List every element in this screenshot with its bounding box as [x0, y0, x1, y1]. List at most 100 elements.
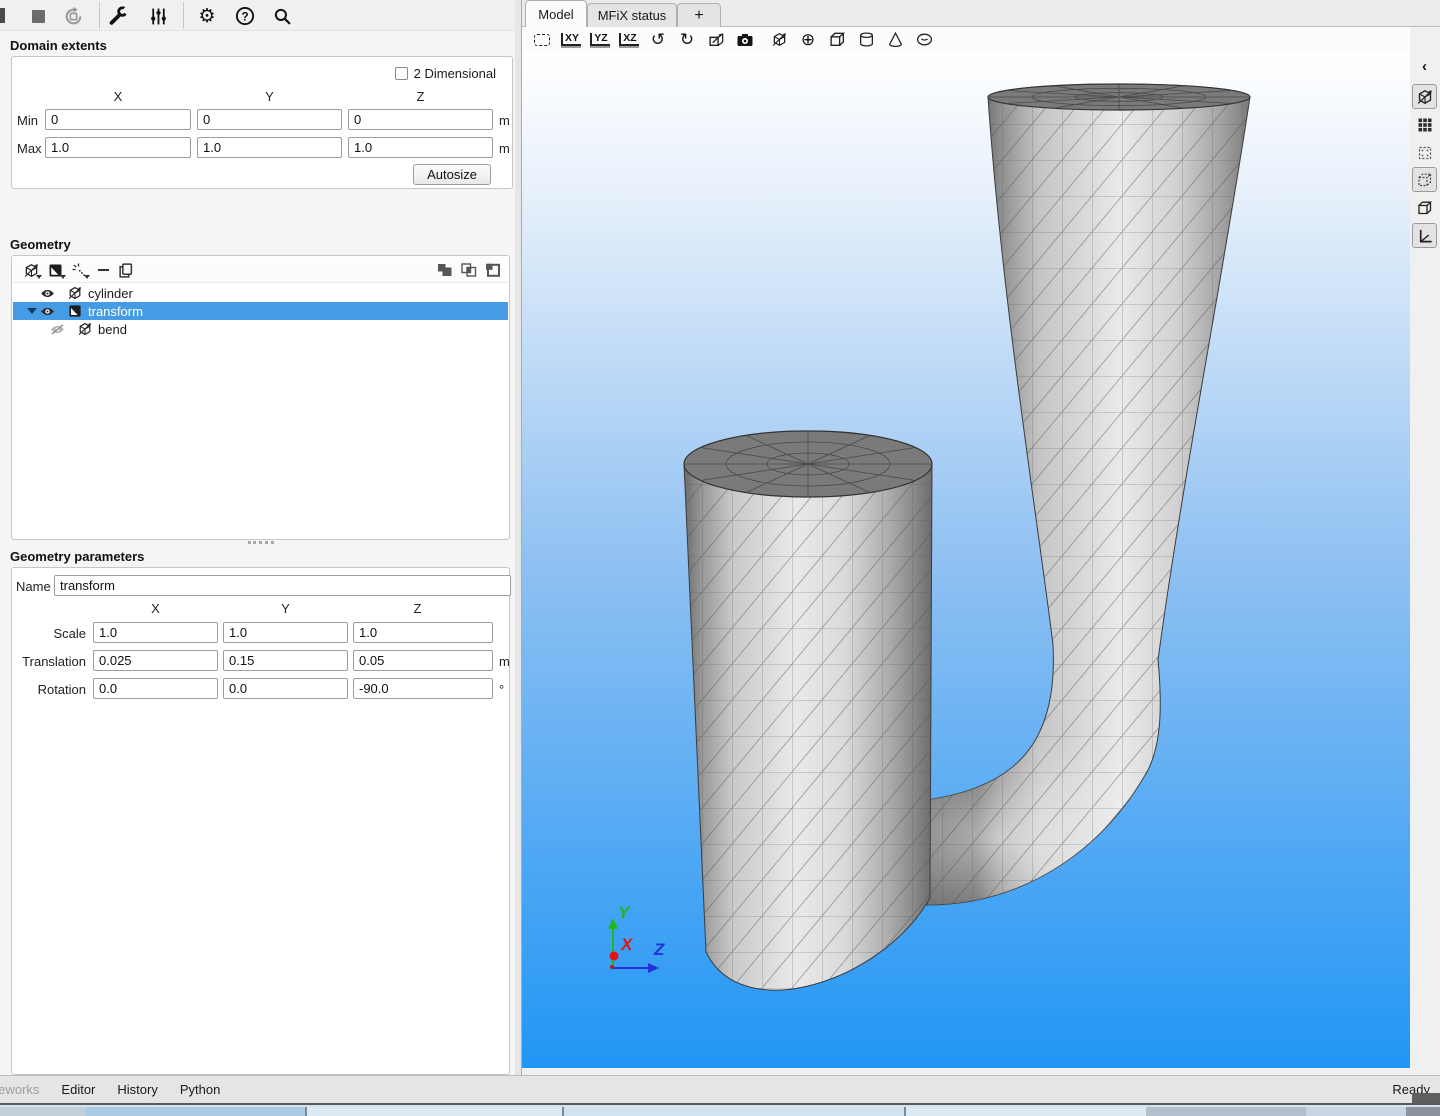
translation-z-input[interactable]	[353, 650, 493, 671]
geometry-parameters-box: Name X Y Z Scale Translation m Rotation …	[11, 567, 510, 1075]
remove-geometry-button[interactable]	[92, 260, 114, 280]
rotation-y-input[interactable]	[223, 678, 348, 699]
rotate-cw-icon: ↻	[680, 31, 694, 48]
reset-button[interactable]	[60, 3, 86, 29]
difference-button[interactable]	[482, 260, 504, 280]
settings-button[interactable]: ⚙	[194, 3, 220, 29]
scale-x-input[interactable]	[93, 622, 218, 643]
add-geometry-button[interactable]	[20, 260, 42, 280]
add-cube-button[interactable]	[827, 30, 847, 50]
tab-python[interactable]: Python	[169, 1082, 231, 1097]
scale-z-input[interactable]	[353, 622, 493, 643]
toggle-axes-button[interactable]	[1412, 223, 1437, 248]
filter-icon	[67, 304, 82, 318]
xmax-input[interactable]	[45, 137, 191, 158]
view-yz-button[interactable]: YZ	[590, 30, 610, 50]
tab-history[interactable]: History	[106, 1082, 168, 1097]
visibility-eye-icon[interactable]	[39, 288, 55, 299]
tab-nodeworks[interactable]: deworks	[0, 1082, 50, 1097]
geometry-visibility-button[interactable]	[769, 30, 789, 50]
view-xy-button[interactable]: XY	[561, 30, 581, 50]
domain-col-z: Z	[348, 89, 493, 104]
zmax-input[interactable]	[348, 137, 493, 158]
z-axis-label: Z	[653, 940, 665, 959]
reset-view-button[interactable]	[532, 30, 552, 50]
copy-geometry-button[interactable]	[114, 260, 136, 280]
min-unit: m	[499, 113, 510, 128]
search-button[interactable]	[269, 3, 295, 29]
geometry-icon	[1417, 89, 1433, 105]
wrench-icon	[108, 6, 128, 26]
parameters-button[interactable]	[145, 3, 171, 29]
main-toolbar: ⚙	[0, 0, 515, 31]
translation-y-input[interactable]	[223, 650, 348, 671]
toolbar-separator	[183, 2, 184, 29]
add-cone-button[interactable]	[885, 30, 905, 50]
scale-y-input[interactable]	[223, 622, 348, 643]
resize-grip[interactable]	[1412, 1093, 1440, 1103]
rotate-ccw-button[interactable]: ↺	[648, 30, 668, 50]
domain-col-y: Y	[197, 89, 342, 104]
translation-x-input[interactable]	[93, 650, 218, 671]
panel-splitter[interactable]	[515, 0, 522, 1075]
stop-button[interactable]	[25, 3, 51, 29]
screenshot-button[interactable]	[735, 30, 755, 50]
min-row-label: Min	[17, 113, 38, 128]
tree-item-bend[interactable]: bend	[13, 320, 508, 338]
viewport-background	[522, 52, 1410, 1068]
toggle-wireframe-button[interactable]	[1412, 195, 1437, 220]
perspective-button[interactable]	[706, 30, 726, 50]
union-button[interactable]	[434, 260, 456, 280]
zmin-input[interactable]	[348, 109, 493, 130]
tab-editor[interactable]: Editor	[50, 1082, 106, 1097]
intersect-icon	[461, 263, 477, 277]
domain-extents-box: 2 Dimensional X Y Z Min m Max m Autosize	[11, 56, 513, 189]
autosize-button[interactable]: Autosize	[413, 164, 491, 185]
cylinder-mesh	[684, 431, 932, 990]
view-xz-button[interactable]: XZ	[619, 30, 639, 50]
ymax-input[interactable]	[197, 137, 342, 158]
tab-add[interactable]: +	[677, 3, 721, 27]
rotation-x-input[interactable]	[93, 678, 218, 699]
toggle-normals-button[interactable]	[1412, 167, 1437, 192]
two-dimensional-label: 2 Dimensional	[414, 66, 496, 81]
add-filter-button[interactable]	[44, 260, 66, 280]
wizard-button[interactable]	[68, 260, 90, 280]
visibility-eye-off-icon[interactable]	[49, 324, 65, 335]
build-mesh-button[interactable]	[105, 3, 131, 29]
background-fragment	[307, 1107, 562, 1116]
collapse-panel-button[interactable]: ‹	[1412, 54, 1437, 79]
dropdown-caret-icon	[60, 275, 66, 279]
camera-icon	[736, 33, 754, 47]
add-torus-button[interactable]	[914, 30, 934, 50]
toggle-regions-button[interactable]	[1412, 140, 1437, 165]
tab-model[interactable]: Model	[525, 0, 587, 27]
left-panel: ⚙ Domain extents 2 Dimensional X Y Z Min…	[0, 0, 515, 1075]
plus-icon: +	[694, 7, 703, 25]
toggle-mesh-button[interactable]	[1412, 112, 1437, 137]
two-dimensional-checkbox[interactable]	[395, 67, 408, 80]
axes-icon	[1416, 227, 1433, 244]
toggle-geometry-button[interactable]	[1412, 84, 1437, 109]
rotate-cw-button[interactable]: ↻	[677, 30, 697, 50]
render-canvas[interactable]: Y Z X	[522, 52, 1410, 1068]
help-button[interactable]	[232, 3, 258, 29]
expander-triangle-icon[interactable]	[27, 308, 37, 314]
right-toolbar: ‹	[1410, 27, 1440, 1068]
regions-button[interactable]: ⊕	[798, 30, 818, 50]
two-dimensional-checkbox-row[interactable]: 2 Dimensional	[395, 66, 496, 81]
tree-item-label: bend	[98, 322, 127, 337]
tab-mfix-status[interactable]: MFiX status	[587, 3, 677, 27]
add-cylinder-button[interactable]	[856, 30, 876, 50]
xmin-input[interactable]	[45, 109, 191, 130]
tree-item-transform[interactable]: transform	[13, 302, 508, 320]
name-input[interactable]	[54, 575, 511, 596]
intersect-button[interactable]	[458, 260, 480, 280]
visibility-eye-icon[interactable]	[39, 306, 55, 317]
pause-icon[interactable]	[0, 8, 5, 23]
minus-icon	[98, 269, 109, 271]
ymin-input[interactable]	[197, 109, 342, 130]
rotation-z-input[interactable]	[353, 678, 493, 699]
tree-item-cylinder[interactable]: cylinder	[13, 284, 508, 302]
splitter-handle[interactable]	[248, 541, 274, 544]
